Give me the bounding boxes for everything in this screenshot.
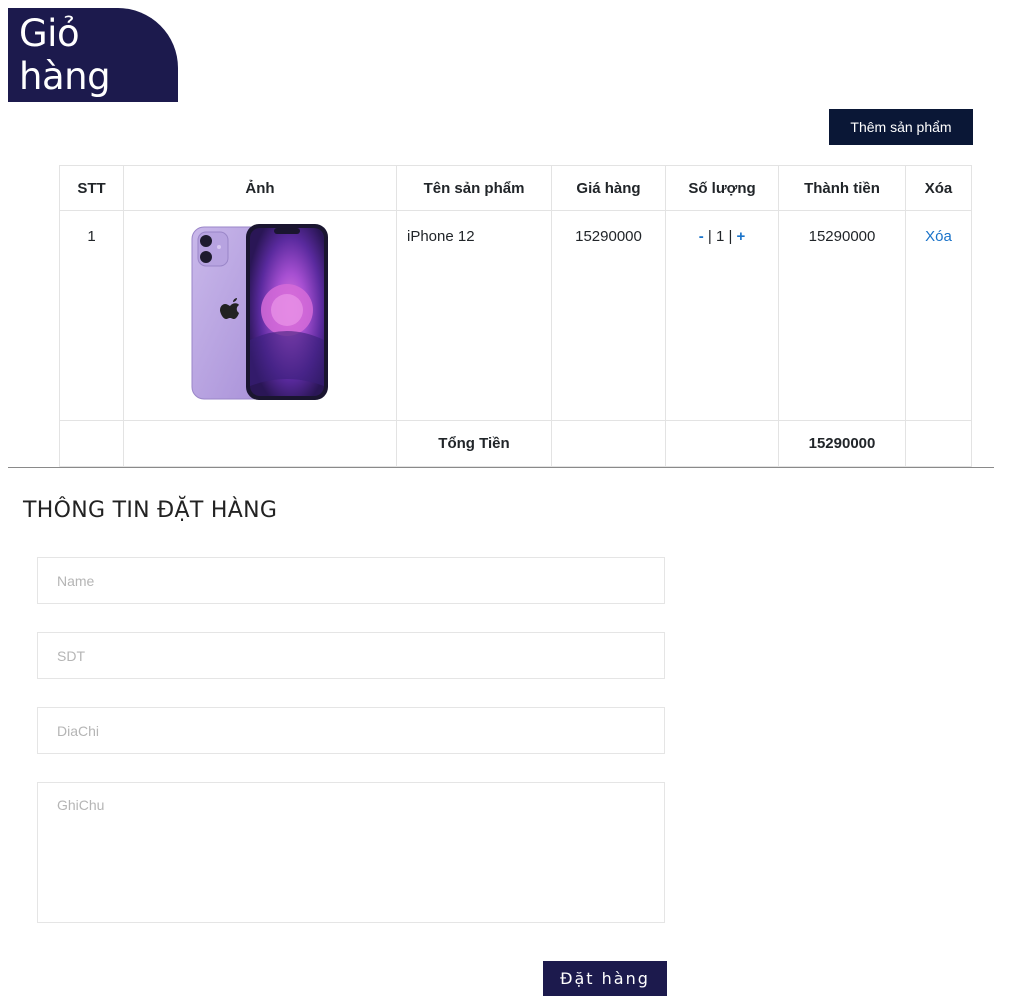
header-delete: Xóa [905, 165, 972, 211]
header-image: Ảnh [123, 165, 397, 211]
name-input[interactable] [37, 557, 665, 604]
empty-cell [59, 420, 124, 467]
cell-delete: Xóa [905, 210, 972, 421]
cell-product-name: iPhone 12 [396, 210, 552, 421]
section-divider [8, 467, 994, 468]
quantity-separator: | [707, 228, 712, 245]
phone-input[interactable] [37, 632, 665, 679]
header-product-name: Tên sản phẩm [396, 165, 552, 211]
cell-price: 15290000 [551, 210, 666, 421]
quantity-plus-button[interactable]: + [737, 228, 746, 245]
note-textarea[interactable] [37, 782, 665, 923]
add-product-button[interactable]: Thêm sản phẩm [829, 109, 973, 145]
header-stt: STT [59, 165, 124, 211]
quantity-value: 1 [715, 228, 725, 245]
address-input[interactable] [37, 707, 665, 754]
cell-image [123, 210, 397, 421]
empty-cell [551, 420, 666, 467]
page-title-text: Giỏ hàng [19, 12, 111, 98]
quantity-minus-button[interactable]: - [699, 228, 704, 245]
total-value: 15290000 [778, 420, 906, 467]
empty-cell [665, 420, 779, 467]
total-label: Tổng Tiền [396, 420, 552, 467]
empty-cell [905, 420, 972, 467]
empty-cell [123, 420, 397, 467]
cell-subtotal: 15290000 [778, 210, 906, 421]
total-row: Tổng Tiền 15290000 [59, 420, 972, 467]
quantity-separator: | [728, 228, 733, 245]
header-quantity: Số lượng [665, 165, 779, 211]
delete-item-link[interactable]: Xóa [925, 228, 952, 245]
cart-table: STT Ảnh Tên sản phẩm Giá hàng Số lượng T… [59, 165, 972, 467]
cell-stt: 1 [59, 210, 124, 421]
header-price: Giá hàng [551, 165, 666, 211]
header-subtotal: Thành tiền [778, 165, 906, 211]
cart-header-row: STT Ảnh Tên sản phẩm Giá hàng Số lượng T… [59, 165, 972, 211]
place-order-button[interactable]: Đặt hàng [543, 961, 667, 996]
table-row: 1 iPhone 12 15290000 - | 1 | + 15290000 … [59, 210, 972, 421]
cell-quantity: - | 1 | + [665, 210, 779, 421]
iphone-12-purple-icon [191, 224, 328, 400]
order-info-heading: THÔNG TIN ĐẶT HÀNG [23, 498, 278, 523]
page-title: Giỏ hàng [8, 8, 178, 102]
